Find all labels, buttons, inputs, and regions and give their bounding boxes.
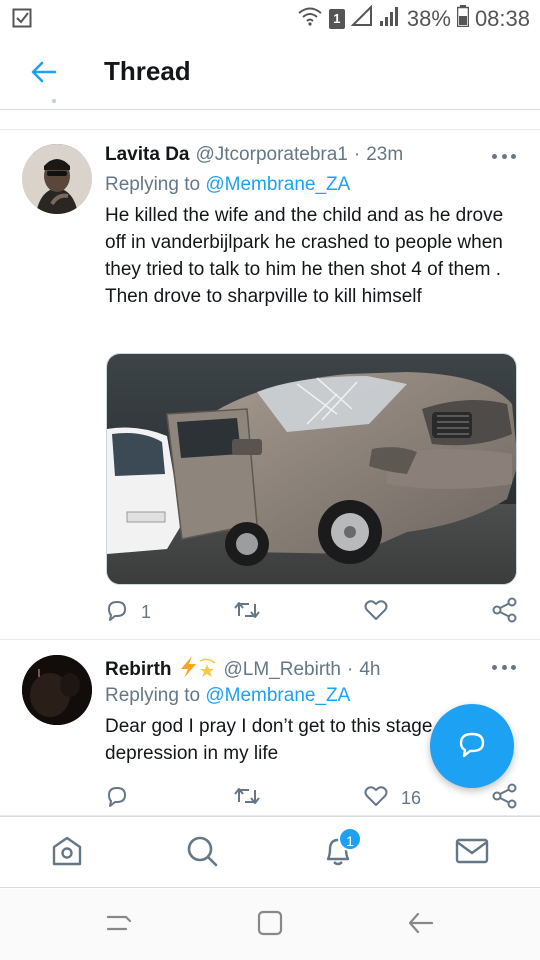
checklist-notification-icon xyxy=(12,8,32,34)
like-button[interactable] xyxy=(363,597,401,627)
avatar[interactable] xyxy=(22,144,92,214)
mail-icon xyxy=(454,833,490,874)
like-button[interactable]: 16 xyxy=(363,783,421,813)
replying-label: Replying to xyxy=(105,685,201,706)
share-button[interactable] xyxy=(492,597,518,627)
clock: 08:38 xyxy=(474,6,530,31)
more-dot-icon xyxy=(511,664,516,670)
thread-divider xyxy=(0,110,540,130)
home-icon xyxy=(49,833,85,874)
tweet-time: 4h xyxy=(359,659,381,680)
back-chevron-icon xyxy=(406,909,436,942)
tweet-actions: 16 xyxy=(105,783,520,813)
more-dot-icon xyxy=(511,153,516,159)
battery-icon xyxy=(456,5,470,33)
bottom-nav: 1 xyxy=(0,816,540,888)
replying-label: Replying to xyxy=(105,174,201,195)
avatar[interactable] xyxy=(22,655,92,725)
author-handle[interactable]: @Jtcorporatebra1 xyxy=(195,144,347,166)
tweet-header: Rebirth @LM_Rebirth · 4h xyxy=(105,655,380,685)
dot-separator: · xyxy=(353,144,361,165)
signal-outline-icon xyxy=(350,4,373,33)
more-dot-icon xyxy=(501,664,507,670)
square-home-icon xyxy=(255,908,285,943)
notification-badge: 1 xyxy=(338,827,362,851)
reply-icon xyxy=(105,784,129,813)
more-options-button[interactable] xyxy=(492,657,516,677)
tweet-time: 23m xyxy=(366,144,404,165)
more-dot-icon xyxy=(501,153,507,159)
status-bar: 1 38% 08:38 xyxy=(0,0,540,38)
more-options-button[interactable] xyxy=(492,146,516,166)
author-handle[interactable]: @LM_Rebirth xyxy=(224,659,342,681)
author-name[interactable]: Rebirth xyxy=(105,659,172,681)
compose-reply-icon xyxy=(457,729,487,764)
reply-button[interactable] xyxy=(105,783,141,813)
retweet-button[interactable] xyxy=(233,597,273,627)
retweet-button[interactable] xyxy=(233,783,273,813)
page-title: Thread xyxy=(104,56,191,86)
share-button[interactable] xyxy=(492,783,518,813)
share-icon xyxy=(492,597,518,628)
nav-messages[interactable] xyxy=(452,833,492,873)
retweet-icon xyxy=(233,784,261,813)
thread-connector xyxy=(52,99,56,103)
sim-badge: 1 xyxy=(328,9,345,29)
replying-to: Replying to @Membrane_ZA xyxy=(105,685,350,707)
retweet-icon xyxy=(233,598,261,627)
header: Thread xyxy=(0,38,540,110)
author-name[interactable]: Lavita Da xyxy=(105,144,189,166)
tweet[interactable]: Lavita Da @Jtcorporatebra1 · 23m Replyin… xyxy=(0,130,540,640)
heart-icon xyxy=(363,598,389,627)
tweet-actions: 1 xyxy=(105,597,520,627)
signal-icon xyxy=(379,5,401,33)
arrow-left-icon xyxy=(31,61,57,88)
search-icon xyxy=(184,833,220,874)
like-count: 16 xyxy=(401,787,422,808)
back-button[interactable] xyxy=(26,56,62,92)
wifi-icon xyxy=(297,6,323,32)
recent-apps-icon xyxy=(104,909,134,942)
reply-count: 1 xyxy=(141,601,152,622)
nav-search[interactable] xyxy=(182,833,222,873)
system-home-button[interactable] xyxy=(253,909,287,941)
more-dot-icon xyxy=(492,664,497,670)
replying-to: Replying to @Membrane_ZA xyxy=(105,174,350,196)
battery-percent: 38% xyxy=(406,6,451,31)
recent-apps-button[interactable] xyxy=(102,909,136,941)
tweet-header: Lavita Da @Jtcorporatebra1 · 23m xyxy=(105,144,403,166)
heart-icon xyxy=(363,784,389,813)
system-back-button[interactable] xyxy=(404,909,438,941)
reply-icon xyxy=(105,598,129,627)
compose-reply-button[interactable] xyxy=(430,704,514,788)
tweet-text: He killed the wife and the child and as … xyxy=(105,205,504,307)
author-emoji xyxy=(178,655,218,685)
tweet-image[interactable] xyxy=(106,353,517,585)
dot-separator: · xyxy=(347,659,354,680)
share-icon xyxy=(492,783,518,814)
more-dot-icon xyxy=(492,153,497,159)
nav-home[interactable] xyxy=(47,833,87,873)
mention-link[interactable]: @Membrane_ZA xyxy=(205,685,350,706)
reply-button[interactable]: 1 xyxy=(105,597,151,627)
mention-link[interactable]: @Membrane_ZA xyxy=(205,174,350,195)
system-nav-bar xyxy=(0,889,540,960)
